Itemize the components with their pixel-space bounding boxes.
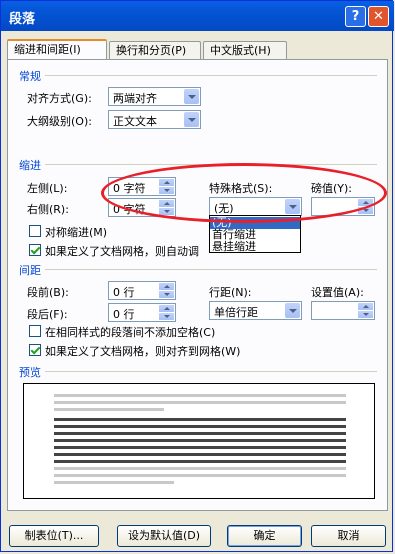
space-after-value: 0 行 bbox=[113, 308, 135, 321]
tabs-button[interactable]: 制表位(T)... bbox=[9, 525, 99, 547]
preview-heading: 预览 bbox=[19, 366, 41, 379]
snap-to-grid-checkbox[interactable] bbox=[29, 344, 41, 356]
mirror-indent-label: 对称缩进(M) bbox=[45, 226, 108, 239]
spinner[interactable] bbox=[159, 283, 174, 298]
preview-line bbox=[54, 474, 346, 477]
chevron-down-icon[interactable] bbox=[285, 303, 300, 318]
spin-up-icon[interactable] bbox=[358, 303, 373, 310]
space-before-label: 段前(B): bbox=[27, 286, 69, 299]
space-after-input[interactable]: 0 行 bbox=[108, 303, 176, 322]
snap-to-grid-label: 如果定义了文档网格，则对齐到网格(W) bbox=[45, 345, 241, 358]
cancel-button[interactable]: 取消 bbox=[311, 525, 386, 547]
alignment-select[interactable]: 两端对齐 bbox=[108, 87, 201, 106]
divider bbox=[45, 269, 377, 270]
outline-level-value: 正文文本 bbox=[113, 115, 157, 128]
paragraph-preview bbox=[23, 383, 375, 499]
ok-button[interactable]: 确定 bbox=[227, 525, 302, 547]
space-after-label: 段后(F): bbox=[27, 308, 68, 321]
at-label: 设置值(A): bbox=[311, 286, 364, 299]
divider bbox=[45, 371, 377, 372]
chevron-down-icon[interactable] bbox=[184, 89, 199, 104]
set-default-button[interactable]: 设为默认值(D) bbox=[117, 525, 211, 547]
title-bar[interactable]: 段落 ? ✕ bbox=[1, 1, 394, 31]
preview-line bbox=[54, 439, 346, 442]
preview-line bbox=[54, 432, 346, 435]
spinner[interactable] bbox=[358, 303, 373, 318]
mirror-indent-checkbox[interactable] bbox=[29, 225, 41, 237]
preview-line bbox=[54, 425, 346, 428]
left-indent-label: 左侧(L): bbox=[27, 182, 68, 195]
help-icon[interactable]: ? bbox=[345, 6, 366, 27]
close-icon[interactable]: ✕ bbox=[368, 6, 389, 27]
indent-heading: 缩进 bbox=[19, 159, 41, 172]
spinner[interactable] bbox=[159, 305, 174, 320]
outline-level-label: 大纲级别(O): bbox=[27, 115, 92, 128]
spin-down-icon[interactable] bbox=[159, 291, 174, 298]
preview-line bbox=[54, 453, 346, 456]
line-spacing-label: 行距(N): bbox=[209, 286, 252, 299]
dropdown-option[interactable]: 悬挂缩进 bbox=[210, 241, 300, 253]
preview-line bbox=[54, 460, 346, 463]
spacing-heading: 间距 bbox=[19, 264, 41, 277]
alignment-value: 两端对齐 bbox=[113, 92, 157, 105]
no-space-same-style-checkbox[interactable] bbox=[29, 325, 41, 337]
spin-up-icon[interactable] bbox=[159, 283, 174, 290]
right-indent-label: 右侧(R): bbox=[27, 203, 69, 216]
space-before-input[interactable]: 0 行 bbox=[108, 281, 176, 300]
paragraph-dialog: 段落 ? ✕ 缩进和间距(I) 换行和分页(P) 中文版式(H) 常规 对齐方式… bbox=[0, 0, 394, 552]
outline-level-select[interactable]: 正文文本 bbox=[108, 110, 201, 129]
window-title: 段落 bbox=[9, 12, 36, 27]
divider bbox=[45, 75, 377, 76]
at-input[interactable] bbox=[311, 301, 375, 320]
tab-indents-spacing[interactable]: 缩进和间距(I) bbox=[7, 39, 107, 60]
spin-down-icon[interactable] bbox=[159, 313, 174, 320]
no-space-same-style-label: 在相同样式的段落间不添加空格(C) bbox=[45, 326, 216, 339]
preview-line bbox=[54, 401, 346, 404]
preview-line bbox=[54, 418, 346, 421]
line-spacing-select[interactable]: 单倍行距 bbox=[209, 301, 302, 320]
alignment-label: 对齐方式(G): bbox=[27, 92, 92, 105]
preview-line bbox=[54, 481, 174, 484]
space-before-value: 0 行 bbox=[113, 286, 135, 299]
spin-up-icon[interactable] bbox=[159, 305, 174, 312]
preview-line bbox=[54, 408, 164, 411]
tab-asian-typography[interactable]: 中文版式(H) bbox=[203, 41, 287, 59]
general-heading: 常规 bbox=[19, 70, 41, 83]
auto-adjust-grid-label: 如果定义了文档网格，则自动调 bbox=[45, 245, 199, 258]
line-spacing-value: 单倍行距 bbox=[214, 306, 258, 319]
spin-down-icon[interactable] bbox=[358, 311, 373, 318]
chevron-down-icon[interactable] bbox=[184, 112, 199, 127]
preview-line bbox=[54, 446, 346, 449]
preview-line bbox=[54, 394, 346, 397]
preview-line bbox=[54, 467, 346, 470]
tab-line-page-breaks[interactable]: 换行和分页(P) bbox=[109, 41, 201, 59]
auto-adjust-grid-checkbox[interactable] bbox=[29, 244, 41, 256]
annotation-highlight-oval bbox=[101, 163, 387, 223]
